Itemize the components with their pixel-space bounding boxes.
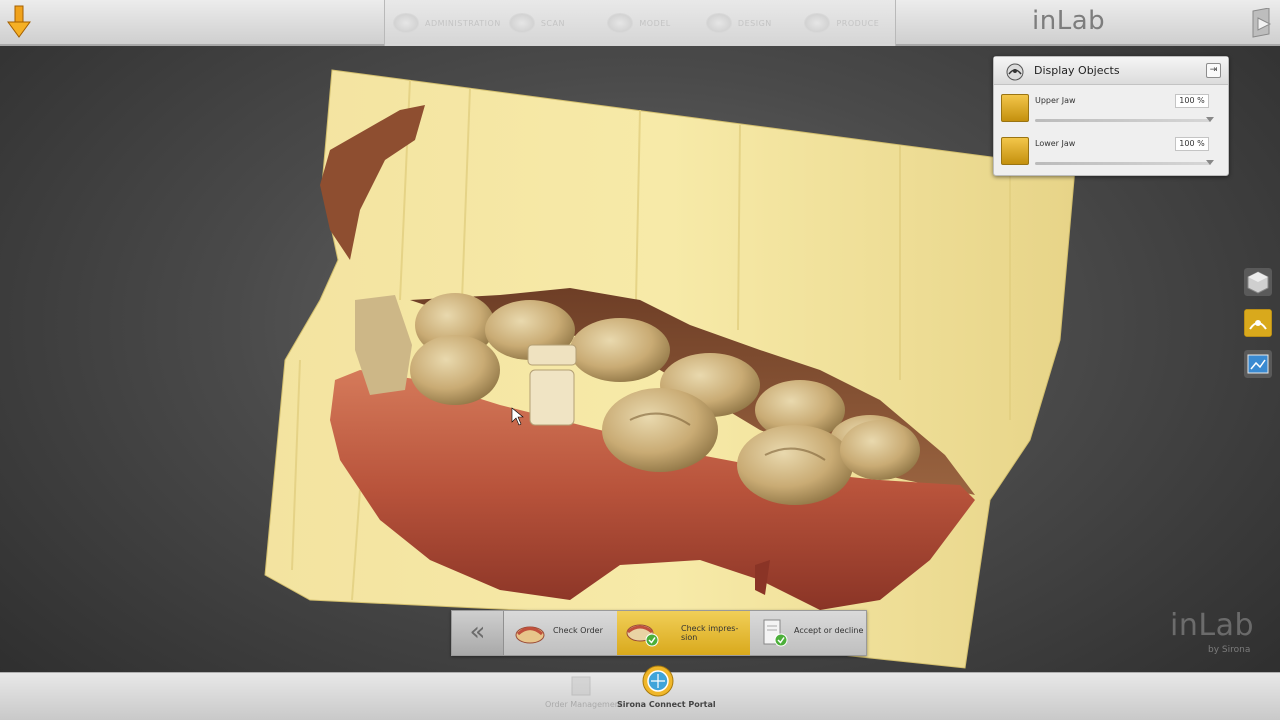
accept-document-icon (763, 619, 788, 647)
lower-jaw-label: Lower Jaw (1035, 139, 1076, 148)
exit-icon[interactable] (1250, 8, 1274, 38)
bottom-module-bar: Order Management Sirona Connect Portal (0, 665, 1280, 720)
lower-jaw-row: Lower Jaw 100 % (999, 135, 1225, 173)
model-icon (607, 13, 634, 33)
upper-jaw-opacity-slider[interactable] (1035, 117, 1214, 122)
phase-label: PRODUCE (836, 18, 880, 28)
lower-jaw-icon[interactable] (1001, 137, 1029, 165)
sirona-connect-portal-label[interactable]: Sirona Connect Portal (617, 700, 716, 709)
panel-title: Display Objects (1034, 64, 1120, 77)
upper-jaw-row: Upper Jaw 100 % (999, 92, 1225, 130)
inlab-watermark-logo: inLab (1170, 608, 1254, 643)
phase-produce[interactable]: PRODUCE (796, 0, 895, 46)
panel-header: Display Objects ⇥ (994, 57, 1228, 85)
app-logo: inLab (1032, 6, 1106, 36)
upper-jaw-icon[interactable] (1001, 94, 1029, 122)
download-arrow-icon[interactable] (6, 4, 32, 40)
step-accept-or-decline[interactable]: Accept or decline (750, 611, 866, 655)
screenshot-icon[interactable] (1244, 350, 1272, 378)
tooth-model-icon[interactable] (1244, 309, 1272, 337)
step-check-impression[interactable]: Check impres- sion (617, 611, 750, 655)
phase-label: MODEL (639, 18, 671, 28)
scan-icon (508, 13, 535, 33)
step-check-order[interactable]: Check Order (505, 611, 617, 655)
upper-jaw-label: Upper Jaw (1035, 96, 1076, 105)
workflow-phase-bar: ADMINISTRATION SCAN MODEL DESIGN PRODUCE (384, 0, 896, 46)
phase-model[interactable]: MODEL (599, 0, 698, 46)
step-label: Check Order (553, 626, 603, 635)
phase-administration[interactable]: ADMINISTRATION (385, 0, 501, 46)
phase-label: SCAN (540, 18, 565, 28)
phase-label: ADMINISTRATION (425, 18, 501, 28)
check-impression-icon (626, 624, 659, 647)
top-toolbar: ADMINISTRATION SCAN MODEL DESIGN PRODUCE… (0, 0, 1280, 46)
sirona-watermark: by Sirona (1208, 645, 1251, 655)
produce-icon (804, 13, 831, 33)
display-objects-panel: Display Objects ⇥ Upper Jaw 100 % Lower … (993, 56, 1229, 176)
back-button[interactable]: « (452, 611, 504, 655)
order-management-label[interactable]: Order Management (545, 700, 623, 709)
phase-design[interactable]: DESIGN (698, 0, 797, 46)
sirona-connect-portal-icon[interactable] (640, 665, 676, 697)
upper-jaw-opacity-value[interactable]: 100 % (1175, 94, 1209, 108)
display-objects-icon (1006, 63, 1024, 81)
administration-icon (393, 13, 419, 33)
check-order-icon (515, 626, 545, 644)
order-management-icon[interactable] (568, 673, 594, 699)
phase-scan[interactable]: SCAN (501, 0, 600, 46)
phase-label: DESIGN (737, 18, 772, 28)
cube-view-icon[interactable] (1244, 268, 1272, 296)
design-icon (705, 13, 732, 33)
lower-jaw-opacity-slider[interactable] (1035, 160, 1214, 165)
lower-jaw-opacity-value[interactable]: 100 % (1175, 137, 1209, 151)
panel-pin-button[interactable]: ⇥ (1206, 63, 1221, 78)
workflow-step-bar: « Check Order Check impres- sion Accept … (451, 610, 867, 656)
step-label: Check impres- sion (681, 624, 739, 642)
step-label: Accept or decline (794, 626, 864, 635)
